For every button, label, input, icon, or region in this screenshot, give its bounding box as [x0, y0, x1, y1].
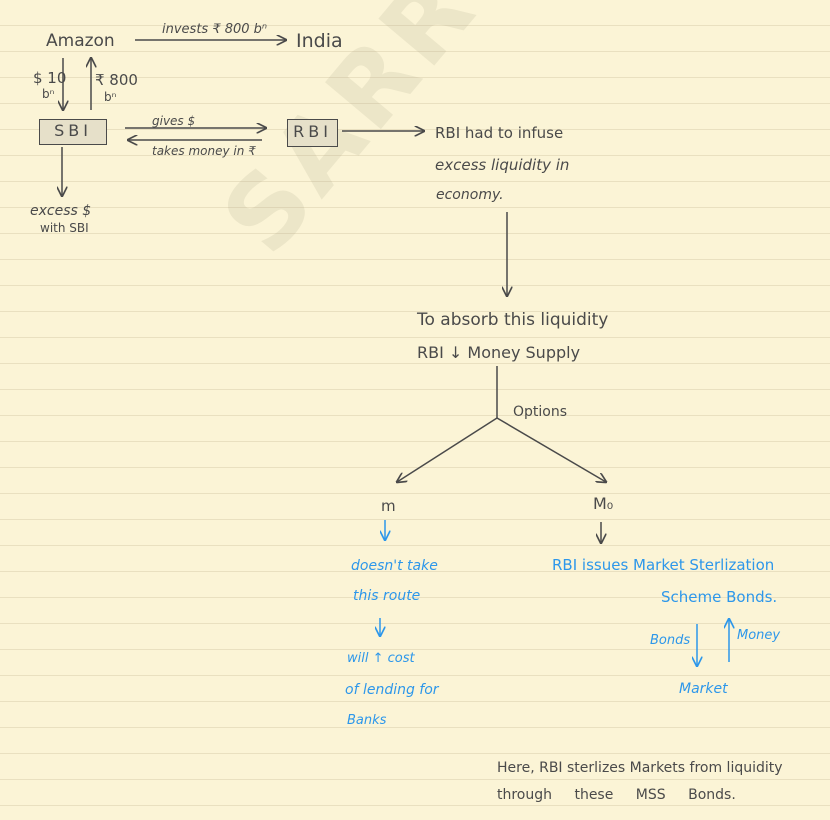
sbi-box: SBI: [39, 119, 107, 145]
rbi-infuse-line-3: economy.: [436, 187, 504, 203]
left-branch-line-4: of lending for: [345, 682, 439, 698]
note-line-2: through these MSS Bonds.: [497, 787, 736, 803]
invests-label: invests ₹ 800 bⁿ: [162, 22, 268, 37]
excess-line-2: with SBI: [40, 221, 89, 235]
dollar-10-label: $ 10: [33, 69, 67, 87]
absorb-line-2: RBI ↓ Money Supply: [417, 343, 581, 362]
excess-line-1: excess $: [30, 203, 92, 219]
left-branch-line-1: doesn't take: [351, 558, 438, 574]
gives-label: gives $: [152, 114, 196, 128]
right-branch-line-2: Scheme Bonds.: [661, 588, 778, 606]
left-branch-line-2: this route: [353, 588, 421, 604]
amazon-label: Amazon: [46, 31, 115, 51]
arrow-options-left: [397, 417, 498, 482]
money-label: Money: [737, 628, 781, 643]
right-branch-line-1: RBI issues Market Sterlization: [552, 556, 775, 574]
options-label: Options: [513, 404, 568, 420]
india-label: India: [296, 30, 343, 52]
note-line-1: Here, RBI sterlizes Markets from liquidi…: [497, 760, 783, 776]
rbi-infuse-line-2: excess liquidity in: [435, 156, 570, 174]
rbi-box: RBI: [287, 119, 338, 147]
notebook-page: SARRTHIAS: [0, 0, 830, 820]
rbi-infuse-line-1: RBI had to infuse: [435, 124, 564, 142]
m0-label: M₀: [593, 494, 614, 513]
rupee-800-label: ₹ 800: [95, 71, 138, 89]
left-branch-line-3: will ↑ cost: [347, 651, 415, 666]
bn-right-label: bⁿ: [104, 90, 117, 104]
takes-label: takes money in ₹: [152, 144, 256, 158]
bonds-label: Bonds: [650, 633, 691, 648]
absorb-line-1: To absorb this liquidity: [417, 310, 609, 330]
left-branch-line-5: Banks: [347, 713, 387, 728]
m-label: m: [381, 497, 396, 515]
market-label: Market: [679, 681, 728, 697]
arrow-options-right: [496, 417, 606, 482]
bn-left-label: bⁿ: [42, 87, 55, 101]
